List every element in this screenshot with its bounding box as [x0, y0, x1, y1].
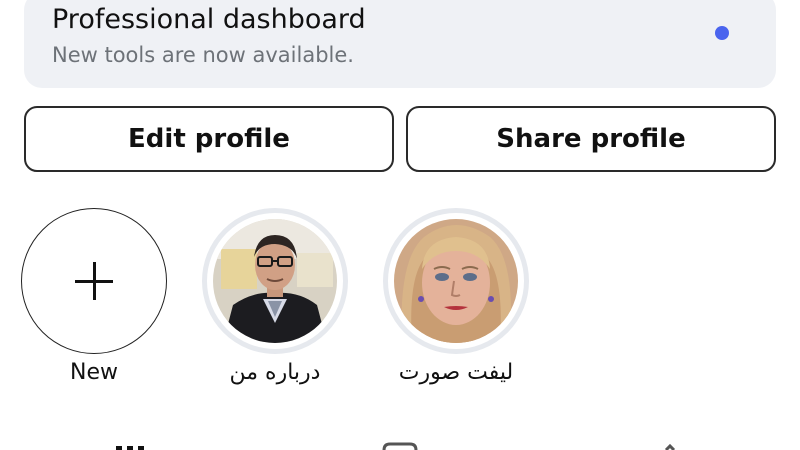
- professional-dashboard-card[interactable]: Professional dashboard New tools are now…: [24, 0, 776, 88]
- reels-icon[interactable]: [380, 440, 420, 450]
- grid-icon[interactable]: [114, 440, 154, 450]
- woman-portrait: [394, 219, 518, 343]
- highlight-about-me[interactable]: درباره من: [202, 208, 348, 385]
- notification-dot: [715, 26, 729, 40]
- highlight-label-face-lift: لیفت صورت: [398, 360, 514, 385]
- plus-icon: [75, 262, 113, 300]
- highlight-ring: [383, 208, 529, 354]
- share-profile-button[interactable]: Share profile: [406, 106, 776, 172]
- profile-tab-bar: [0, 440, 800, 450]
- dashboard-title: Professional dashboard: [52, 4, 366, 35]
- highlight-new[interactable]: New: [21, 208, 167, 385]
- highlight-ring: [202, 208, 348, 354]
- highlight-label-new: New: [70, 360, 118, 385]
- edit-profile-button[interactable]: Edit profile: [24, 106, 394, 172]
- tagged-icon[interactable]: [660, 440, 680, 450]
- highlight-label-about-me: درباره من: [229, 360, 321, 385]
- man-portrait: [213, 219, 337, 343]
- highlight-face-lift[interactable]: لیفت صورت: [383, 208, 529, 385]
- new-highlight-circle[interactable]: [21, 208, 167, 354]
- dashboard-subtitle: New tools are now available.: [52, 43, 354, 67]
